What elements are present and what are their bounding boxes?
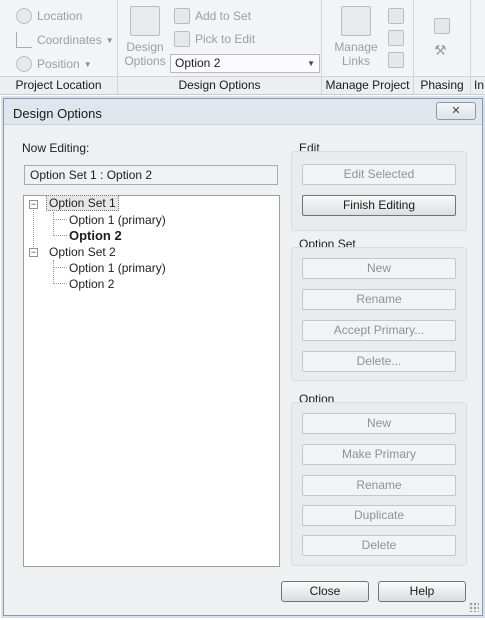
- dialog-title-bar[interactable]: Design Options ✕: [4, 99, 482, 125]
- collapse-icon[interactable]: −: [29, 200, 38, 209]
- coordinates-label: Coordinates: [37, 33, 102, 47]
- add-to-set-button[interactable]: Add to Set: [174, 8, 251, 24]
- collapse-icon[interactable]: −: [29, 248, 38, 257]
- location-button[interactable]: Location: [16, 8, 82, 24]
- location-icon: [16, 8, 32, 24]
- option-set-rename-button[interactable]: Rename: [302, 289, 456, 310]
- chevron-down-icon: ▼: [307, 59, 315, 68]
- import-units-icon[interactable]: [388, 8, 404, 24]
- now-editing-label: Now Editing:: [22, 141, 90, 155]
- coordinates-icon: [16, 32, 32, 48]
- position-label: Position: [37, 57, 80, 71]
- help-button[interactable]: Help: [378, 581, 466, 602]
- tree-node-set2-option-1[interactable]: Option 1 (primary): [69, 261, 166, 275]
- add-to-set-label: Add to Set: [195, 9, 252, 23]
- design-options-icon: [130, 6, 160, 36]
- coordinates-button[interactable]: Coordinates ▼: [16, 32, 114, 48]
- tree-node-option-set-2[interactable]: Option Set 2: [49, 245, 116, 259]
- tree-node-set1-option-2[interactable]: Option 2: [69, 228, 122, 243]
- manage-links-icon: [341, 6, 371, 36]
- dialog-title: Design Options: [13, 106, 102, 121]
- phases-icon[interactable]: [434, 18, 450, 34]
- panel-title-project-location: Project Location: [0, 76, 117, 94]
- tree-line: [53, 283, 67, 284]
- edit-group: [291, 151, 467, 231]
- pick-to-edit-icon: [174, 31, 190, 47]
- design-options-big-label: Design Options: [124, 40, 166, 68]
- panel-title-phasing: Phasing: [414, 76, 470, 94]
- manage-links-label: Manage Links: [334, 40, 378, 68]
- hammer-icon[interactable]: ⚒: [434, 42, 450, 58]
- design-options-dialog: Design Options ✕ Now Editing: Option Set…: [3, 98, 483, 616]
- pick-to-edit-button[interactable]: Pick to Edit: [174, 31, 255, 47]
- option-set-new-button[interactable]: New: [302, 258, 456, 279]
- tree-node-label: Option 2: [69, 277, 115, 291]
- tree-line: [53, 267, 67, 268]
- finish-editing-button[interactable]: Finish Editing: [302, 195, 456, 216]
- active-option-select[interactable]: Option 2 ▼: [170, 54, 320, 73]
- tree-node-set2-option-2[interactable]: Option 2: [69, 277, 114, 291]
- duplicate-button[interactable]: Duplicate: [302, 505, 456, 526]
- location-label: Location: [37, 9, 83, 23]
- active-option-value: Option 2: [175, 56, 221, 70]
- starting-view-icon[interactable]: [388, 52, 404, 68]
- tree-node-label: Option Set 2: [49, 245, 116, 259]
- design-options-big-button[interactable]: Design Options: [122, 6, 168, 68]
- tree-node-label: Option 2: [69, 228, 122, 243]
- panel-title-next: In: [471, 76, 485, 94]
- tree-line: [53, 260, 54, 284]
- panel-manage-project: Manage Links Manage Project: [322, 0, 414, 94]
- option-new-button[interactable]: New: [302, 413, 456, 434]
- panel-project-location: Location Coordinates ▼ Position ▼ Projec…: [0, 0, 118, 94]
- panel-phasing: ⚒ Phasing: [414, 0, 471, 94]
- tree-line: [53, 212, 54, 236]
- tree-line: [53, 235, 67, 236]
- panel-title-manage-project: Manage Project: [322, 76, 413, 94]
- panel-next: In: [471, 0, 485, 94]
- options-tree[interactable]: − Option Set 1 Option 1 (primary) Option…: [23, 195, 280, 567]
- chevron-down-icon: ▼: [105, 35, 114, 45]
- close-icon[interactable]: ✕: [436, 102, 476, 120]
- option-set-delete-button[interactable]: Delete...: [302, 351, 456, 372]
- make-primary-button[interactable]: Make Primary: [302, 444, 456, 465]
- tree-node-label: Option 1 (primary): [69, 213, 166, 227]
- chevron-down-icon: ▼: [83, 59, 92, 69]
- tree-line: [53, 219, 67, 220]
- close-button[interactable]: Close: [281, 581, 369, 602]
- pick-to-edit-label: Pick to Edit: [195, 32, 256, 46]
- option-rename-button[interactable]: Rename: [302, 475, 456, 496]
- tree-node-option-set-1[interactable]: Option Set 1: [46, 195, 119, 211]
- panel-title-design-options: Design Options: [118, 76, 321, 94]
- accept-primary-button[interactable]: Accept Primary...: [302, 320, 456, 341]
- now-editing-field: Option Set 1 : Option 2: [24, 165, 278, 185]
- edit-selected-button[interactable]: Edit Selected: [302, 164, 456, 185]
- resize-grip-icon[interactable]: [469, 602, 479, 612]
- add-to-set-icon: [174, 8, 190, 24]
- position-icon: [16, 56, 32, 72]
- ribbon: Location Coordinates ▼ Position ▼ Projec…: [0, 0, 485, 95]
- tree-node-label: Option Set 1: [46, 195, 119, 211]
- option-delete-button[interactable]: Delete: [302, 535, 456, 556]
- tree-node-label: Option 1 (primary): [69, 261, 166, 275]
- decal-types-icon[interactable]: [388, 30, 404, 46]
- position-button[interactable]: Position ▼: [16, 56, 92, 72]
- manage-links-button[interactable]: Manage Links: [332, 6, 380, 68]
- panel-design-options: Design Options Add to Set Pick to Edit D…: [118, 0, 322, 94]
- tree-node-set1-option-1[interactable]: Option 1 (primary): [69, 213, 166, 227]
